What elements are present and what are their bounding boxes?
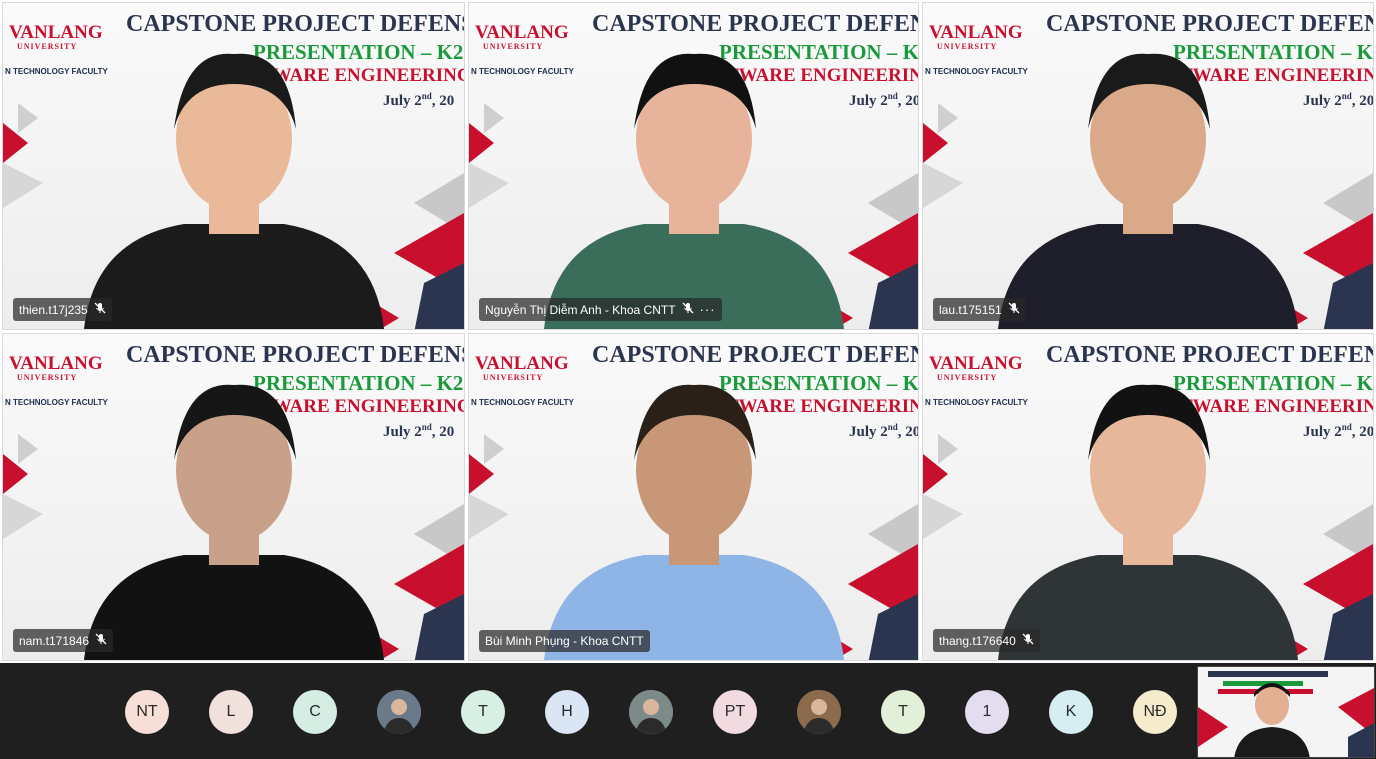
participant-tile[interactable]: VANLANG UNIVERSITY N TECHNOLOGY FACULTY … — [468, 2, 919, 330]
self-view-video[interactable] — [1197, 666, 1375, 758]
participant-avatar[interactable]: K — [1049, 690, 1093, 734]
participant-video — [543, 384, 844, 660]
participant-name: lau.t175151 — [939, 302, 1002, 317]
muted-mic-icon — [1022, 633, 1034, 648]
self-view-frame — [1198, 667, 1374, 757]
avatar-initials: PT — [724, 703, 746, 720]
participant-avatar[interactable]: T — [881, 690, 925, 734]
participant-tile[interactable]: VANLANG UNIVERSITY N TECHNOLOGY FACULTY … — [468, 333, 919, 661]
participant-avatar[interactable]: L — [209, 690, 253, 734]
participant-name-label: thien.t17j235 — [13, 298, 112, 321]
photo-avatar-icon — [629, 690, 673, 734]
participant-name: Nguyễn Thị Diễm Anh - Khoa CNTT — [485, 302, 676, 317]
avatar-initials: T — [478, 703, 488, 720]
muted-mic-icon — [682, 302, 694, 317]
participant-video — [83, 384, 384, 660]
participant-avatar-photo[interactable] — [797, 690, 841, 734]
participant-tile[interactable]: VANLANG UNIVERSITY N TECHNOLOGY FACULTY … — [922, 2, 1374, 330]
avatar-initials: 1 — [982, 703, 992, 720]
participant-name: thang.t176640 — [939, 633, 1016, 648]
avatar-initials: T — [898, 703, 908, 720]
participant-avatar[interactable]: NĐ — [1133, 690, 1177, 734]
participant-tile[interactable]: VANLANG UNIVERSITY N TECHNOLOGY FACULTY … — [2, 333, 465, 661]
video-grid: VANLANG UNIVERSITY N TECHNOLOGY FACULTY … — [0, 0, 1376, 663]
participant-avatar[interactable]: PT — [713, 690, 757, 734]
participant-name: Bùi Minh Phụng - Khoa CNTT — [485, 634, 644, 648]
participant-name-label: Nguyễn Thị Diễm Anh - Khoa CNTT ··· — [479, 298, 722, 321]
slide-date: July 2nd, 20 — [849, 91, 919, 109]
photo-avatar-icon — [377, 690, 421, 734]
photo-avatar-icon — [797, 690, 841, 734]
slide-date: July 2nd, 20 — [383, 91, 455, 109]
slide-date: July 2nd, 20 — [849, 422, 919, 440]
avatar-initials: NĐ — [1143, 703, 1167, 720]
participant-name-label: nam.t171846 — [13, 629, 114, 652]
participant-name-label: lau.t175151 — [933, 298, 1026, 321]
participant-video — [998, 53, 1298, 329]
decor-triangles-left — [3, 103, 43, 208]
participant-video — [543, 53, 844, 329]
participant-avatar[interactable]: C — [293, 690, 337, 734]
participant-tile[interactable]: VANLANG UNIVERSITY N TECHNOLOGY FACULTY … — [922, 333, 1374, 661]
participant-name-label: Bùi Minh Phụng - Khoa CNTT — [479, 630, 650, 652]
avatar-initials: C — [309, 703, 321, 720]
slide-date: July 2nd, 20 — [1303, 422, 1374, 440]
participant-strip: NT L C T H PT T 1 K NĐ — [0, 663, 1376, 759]
participant-avatar[interactable]: H — [545, 690, 589, 734]
participant-video — [83, 53, 384, 329]
participant-video — [998, 384, 1298, 660]
participant-tile[interactable]: VANLANG UNIVERSITY N TECHNOLOGY FACULTY … — [2, 2, 465, 330]
avatar-initials: H — [561, 703, 573, 720]
slide-date: July 2nd, 20 — [1303, 91, 1374, 109]
avatar-initials: L — [226, 703, 236, 720]
participant-name: thien.t17j235 — [19, 302, 88, 317]
participant-avatar[interactable]: NT — [125, 690, 169, 734]
decor-triangles-left — [923, 434, 963, 539]
muted-mic-icon — [95, 633, 107, 648]
decor-triangles-left — [469, 103, 509, 208]
avatar-initials: NT — [136, 703, 158, 720]
participant-name-label: thang.t176640 — [933, 629, 1040, 652]
participant-avatar-photo[interactable] — [629, 690, 673, 734]
muted-mic-icon — [1008, 302, 1020, 317]
decor-triangles-left — [3, 434, 43, 539]
decor-triangles-left — [923, 103, 963, 208]
more-options-icon[interactable]: ··· — [700, 302, 716, 317]
avatar-initials: K — [1065, 703, 1077, 720]
participant-name: nam.t171846 — [19, 633, 90, 648]
slide-date: July 2nd, 20 — [383, 422, 455, 440]
participant-avatar[interactable]: T — [461, 690, 505, 734]
participant-avatar-photo[interactable] — [377, 690, 421, 734]
participant-avatar[interactable]: 1 — [965, 690, 1009, 734]
muted-mic-icon — [94, 302, 106, 317]
decor-triangles-left — [469, 434, 509, 539]
